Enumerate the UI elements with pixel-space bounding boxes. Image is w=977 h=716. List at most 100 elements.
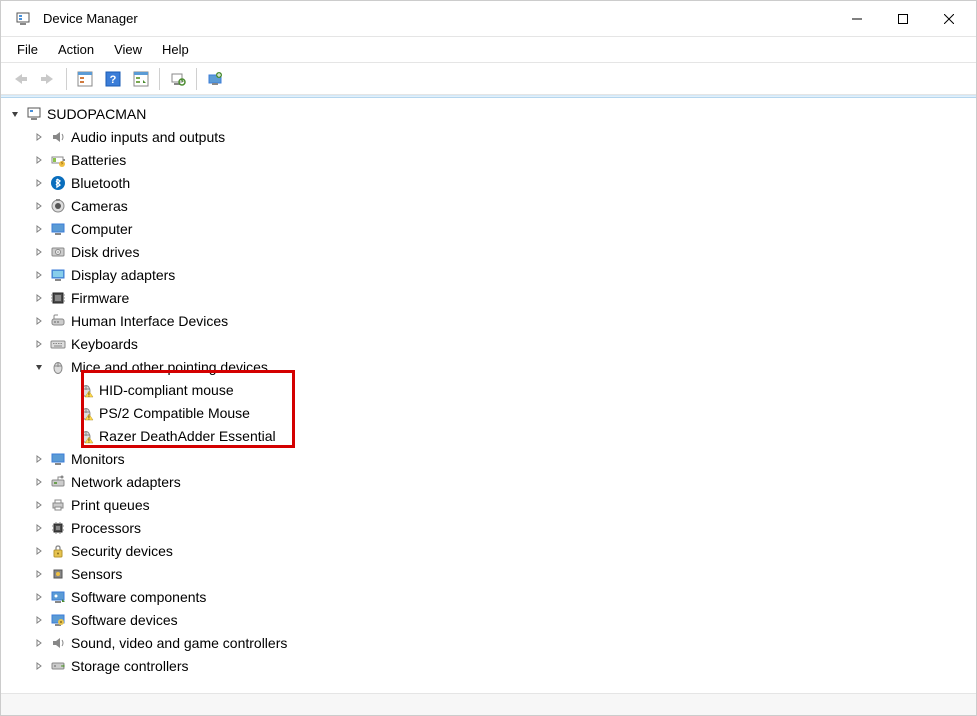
tree-category-node[interactable]: Sensors <box>3 562 974 585</box>
tree-category-node[interactable]: Firmware <box>3 286 974 309</box>
expand-icon[interactable] <box>31 612 47 628</box>
tree-category-node[interactable]: Display adapters <box>3 263 974 286</box>
tree-root-node[interactable]: SUDOPACMAN <box>3 102 974 125</box>
properties-button[interactable] <box>72 66 98 92</box>
expand-icon[interactable] <box>31 313 47 329</box>
tree-category-node[interactable]: Computer <box>3 217 974 240</box>
expand-icon[interactable] <box>31 474 47 490</box>
tree-category-node[interactable]: Sound, video and game controllers <box>3 631 974 654</box>
back-button <box>7 66 33 92</box>
device-category-icon: ! <box>77 427 95 445</box>
device-category-icon <box>49 634 67 652</box>
device-category-icon <box>49 611 67 629</box>
tree-category-node[interactable]: Software components <box>3 585 974 608</box>
tree-node-label: Security devices <box>71 543 173 559</box>
maximize-button[interactable] <box>880 3 926 35</box>
toolbar-separator <box>66 68 67 90</box>
expand-icon[interactable] <box>31 221 47 237</box>
close-button[interactable] <box>926 3 972 35</box>
tree-node-label: Print queues <box>71 497 150 513</box>
expand-icon[interactable] <box>31 129 47 145</box>
tree-category-node[interactable]: Batteries <box>3 148 974 171</box>
tree-node-label: Software components <box>71 589 206 605</box>
device-category-icon <box>49 496 67 514</box>
tree-node-label: Disk drives <box>71 244 139 260</box>
tree-category-node[interactable]: Mice and other pointing devices <box>3 355 974 378</box>
titlebar: Device Manager <box>1 1 976 37</box>
collapse-icon[interactable] <box>7 106 23 122</box>
expand-icon[interactable] <box>31 658 47 674</box>
device-tree-container[interactable]: SUDOPACMAN Audio inputs and outputsBatter… <box>1 98 976 693</box>
scan-hardware-button[interactable] <box>165 66 191 92</box>
collapse-icon[interactable] <box>31 359 47 375</box>
tree-category-node[interactable]: Monitors <box>3 447 974 470</box>
show-hidden-button[interactable] <box>128 66 154 92</box>
expander-spacer <box>59 382 75 398</box>
tree-category-node[interactable]: Print queues <box>3 493 974 516</box>
expand-icon[interactable] <box>31 244 47 260</box>
expand-icon[interactable] <box>31 543 47 559</box>
app-icon <box>13 9 33 29</box>
tree-node-label: Storage controllers <box>71 658 189 674</box>
window-controls <box>834 3 972 35</box>
minimize-button[interactable] <box>834 3 880 35</box>
menu-file[interactable]: File <box>7 39 48 60</box>
device-category-icon <box>49 519 67 537</box>
toolbar-separator <box>196 68 197 90</box>
expand-icon[interactable] <box>31 497 47 513</box>
expand-icon[interactable] <box>31 198 47 214</box>
menubar: File Action View Help <box>1 37 976 63</box>
expand-icon[interactable] <box>31 175 47 191</box>
tree-category-node[interactable]: Processors <box>3 516 974 539</box>
tree-node-label: Razer DeathAdder Essential <box>99 428 276 444</box>
toolbar-separator <box>159 68 160 90</box>
tree-category-node[interactable]: Bluetooth <box>3 171 974 194</box>
expand-icon[interactable] <box>31 566 47 582</box>
expand-icon[interactable] <box>31 589 47 605</box>
tree-device-node[interactable]: !HID-compliant mouse <box>3 378 974 401</box>
tree-category-node[interactable]: Cameras <box>3 194 974 217</box>
device-category-icon <box>49 657 67 675</box>
tree-node-label: Monitors <box>71 451 125 467</box>
menu-help[interactable]: Help <box>152 39 199 60</box>
tree-node-label: Processors <box>71 520 141 536</box>
tree-node-label: HID-compliant mouse <box>99 382 234 398</box>
tree-category-node[interactable]: Disk drives <box>3 240 974 263</box>
device-category-icon <box>49 174 67 192</box>
tree-category-node[interactable]: Software devices <box>3 608 974 631</box>
window-title: Device Manager <box>41 11 834 26</box>
expand-icon[interactable] <box>31 336 47 352</box>
tree-node-label: SUDOPACMAN <box>47 106 146 122</box>
tree-category-node[interactable]: Security devices <box>3 539 974 562</box>
tree-node-label: Mice and other pointing devices <box>71 359 268 375</box>
tree-node-label: Sound, video and game controllers <box>71 635 287 651</box>
expand-icon[interactable] <box>31 152 47 168</box>
device-category-icon <box>49 450 67 468</box>
expand-icon[interactable] <box>31 267 47 283</box>
tree-device-node[interactable]: !PS/2 Compatible Mouse <box>3 401 974 424</box>
expand-icon[interactable] <box>31 520 47 536</box>
forward-button <box>35 66 61 92</box>
device-category-icon <box>49 588 67 606</box>
expand-icon[interactable] <box>31 451 47 467</box>
tree-category-node[interactable]: Audio inputs and outputs <box>3 125 974 148</box>
device-category-icon <box>49 151 67 169</box>
tree-category-node[interactable]: Human Interface Devices <box>3 309 974 332</box>
tree-node-label: Display adapters <box>71 267 175 283</box>
menu-view[interactable]: View <box>104 39 152 60</box>
menu-action[interactable]: Action <box>48 39 104 60</box>
tree-category-node[interactable]: Keyboards <box>3 332 974 355</box>
tree-category-node[interactable]: Storage controllers <box>3 654 974 677</box>
toolbar: ? <box>1 63 976 95</box>
device-category-icon <box>49 565 67 583</box>
expand-icon[interactable] <box>31 290 47 306</box>
device-category-icon <box>49 542 67 560</box>
device-category-icon <box>25 105 43 123</box>
tree-node-label: Bluetooth <box>71 175 130 191</box>
help-button[interactable]: ? <box>100 66 126 92</box>
expand-icon[interactable] <box>31 635 47 651</box>
tree-device-node[interactable]: !Razer DeathAdder Essential <box>3 424 974 447</box>
device-category-icon: ! <box>77 404 95 422</box>
tree-category-node[interactable]: Network adapters <box>3 470 974 493</box>
add-driver-button[interactable] <box>202 66 228 92</box>
